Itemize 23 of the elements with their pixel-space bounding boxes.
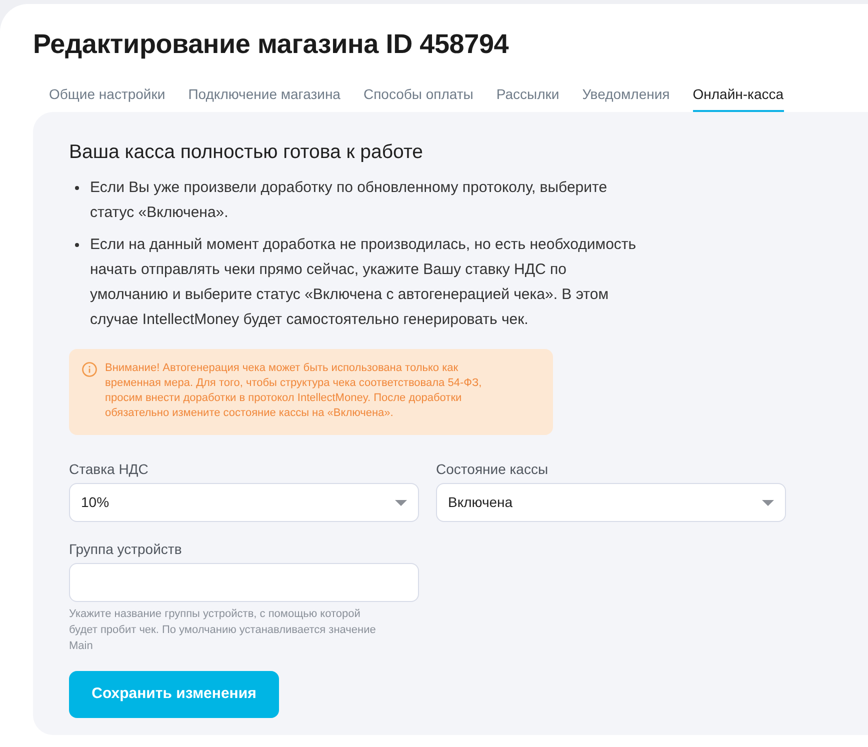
tab[interactable]: Уведомления (582, 84, 670, 112)
tab[interactable]: Способы оплаты (363, 84, 474, 112)
dropdown-caret-icon (762, 500, 774, 506)
warning-text: Внимание! Автогенерация чека может быть использована только как временная мера. Для того, чтобы структура чека соответствовала 54-ФЗ, просим внести доработки в протокол IntellectMoney. После доработки обязательно измените состояние кассы на «Включена». (105, 361, 483, 421)
tab[interactable]: Общие настройки (49, 84, 166, 112)
bullet-icon (75, 243, 79, 247)
select-field[interactable]: Включена (436, 483, 786, 522)
dropdown-caret-icon (395, 500, 407, 506)
page-title: Редактирование магазина ID 458794 (33, 28, 510, 60)
select-field[interactable]: 10% (69, 483, 419, 522)
save-button[interactable]: Сохранить изменения (69, 671, 279, 718)
field-label: Группа устройств (69, 540, 183, 559)
info-icon (82, 362, 97, 377)
bullet-icon (75, 186, 79, 190)
field-label: Состояние кассы (436, 460, 550, 479)
input-field[interactable] (69, 563, 419, 602)
field-label: Ставка НДС (69, 460, 150, 479)
section-heading: Ваша касса полностью готова к работе (69, 140, 424, 165)
helper-text: Укажите название группы устройств, с помощью которой будет пробит чек. По умолчанию устанавливается значение Main (69, 607, 377, 654)
bullet-text: Если Вы уже произвели доработку по обновленному протоколу, выберите статус «Включена». (90, 178, 608, 223)
tab[interactable]: Рассылки (496, 84, 560, 112)
tab[interactable]: Подключение магазина (188, 84, 340, 112)
bullet-text: Если на данный момент доработка не производилась, но есть необходимость начать отправлять чеки прямо сейчас, укажите Вашу ставку НДС по умолчанию и выберите статус «Включена с автогенерацией чека». В этом случае IntellectMoney будет самостоятельно генерировать чек. (90, 235, 638, 330)
